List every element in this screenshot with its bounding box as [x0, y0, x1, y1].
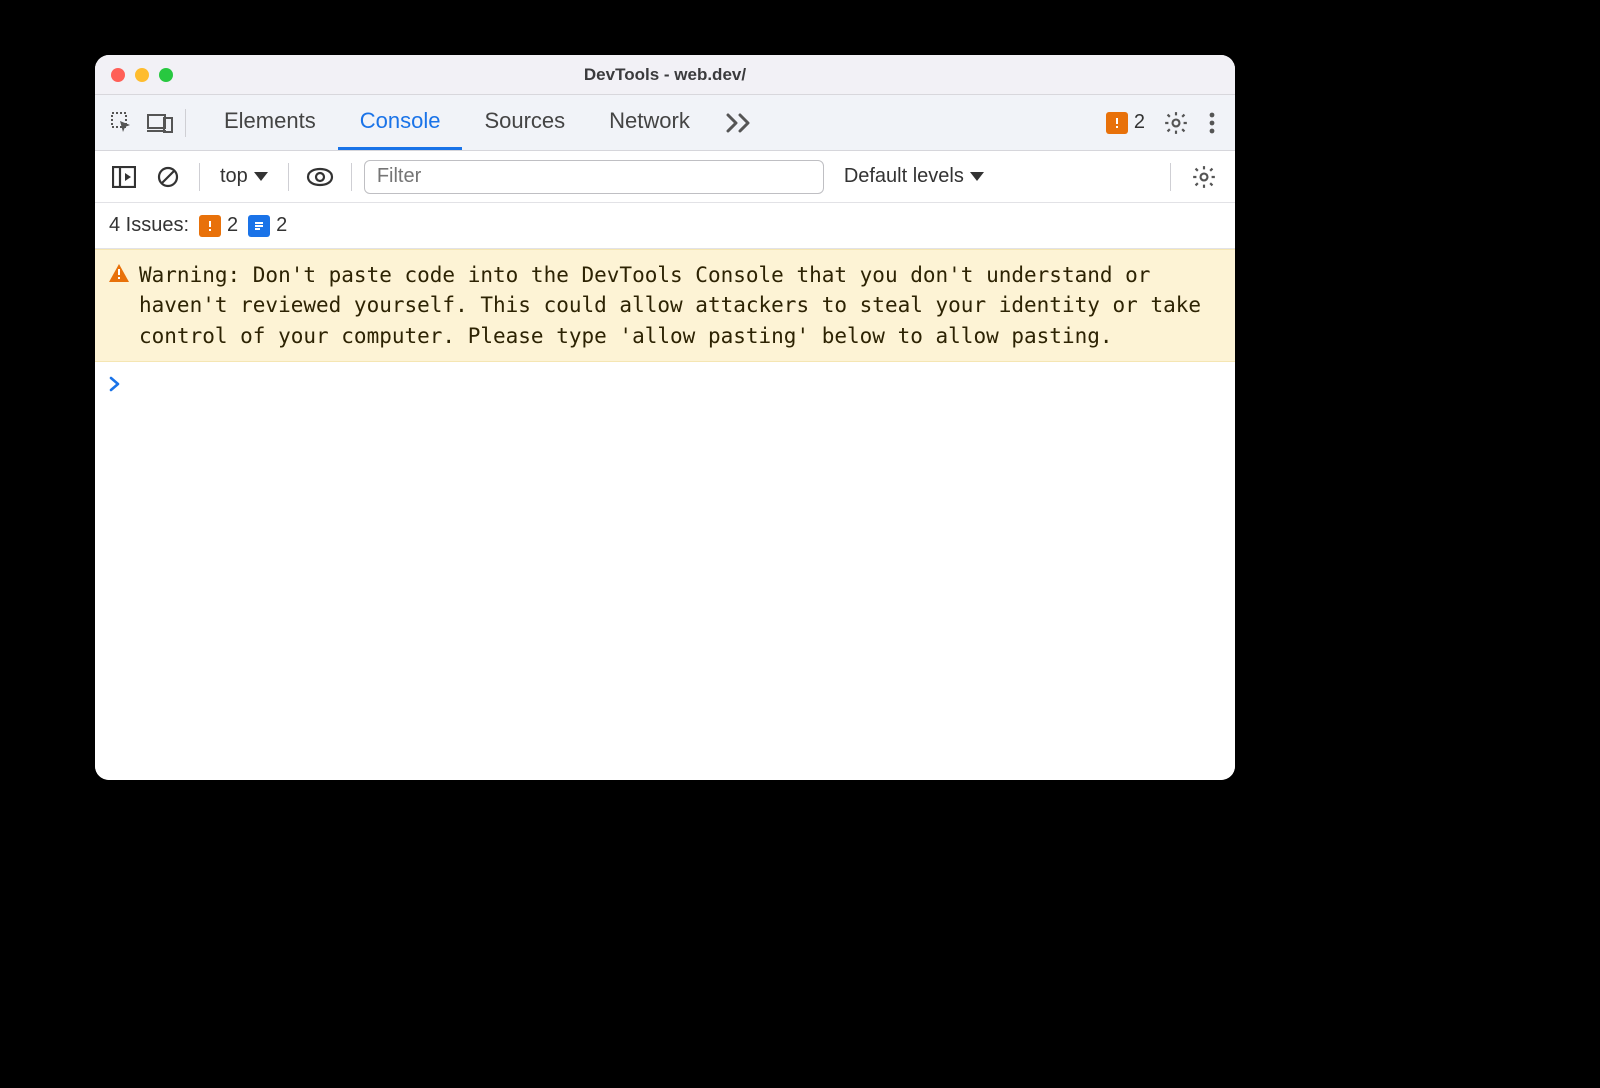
chevron-down-icon [254, 172, 268, 182]
error-badge-icon [1106, 112, 1128, 134]
chevron-down-icon [970, 172, 984, 182]
divider [351, 163, 352, 191]
minimize-window-button[interactable] [135, 68, 149, 82]
console-body: Warning: Don't paste code into the DevTo… [95, 249, 1235, 780]
main-tabbar: Elements Console Sources Network 2 [95, 95, 1235, 151]
console-settings-button[interactable] [1183, 164, 1225, 190]
issues-label: 4 Issues: [109, 214, 189, 237]
maximize-window-button[interactable] [159, 68, 173, 82]
device-toolbar-icon[interactable] [141, 104, 179, 142]
tab-elements[interactable]: Elements [202, 95, 338, 150]
close-window-button[interactable] [111, 68, 125, 82]
issues-blue-pair: 2 [248, 214, 287, 237]
kebab-menu-button[interactable] [1197, 112, 1227, 134]
issues-orange-pair: 2 [199, 214, 238, 237]
console-toolbar: top Default levels [95, 151, 1235, 203]
log-levels-label: Default levels [844, 165, 964, 188]
show-console-sidebar-icon[interactable] [105, 158, 143, 196]
issues-row[interactable]: 4 Issues: 2 2 [95, 203, 1235, 249]
issues-orange-count: 2 [227, 214, 238, 237]
inspect-element-icon[interactable] [103, 104, 141, 142]
tab-sources[interactable]: Sources [462, 95, 587, 150]
warning-badge-icon [199, 215, 221, 237]
window-titlebar: DevTools - web.dev/ [95, 55, 1235, 95]
log-levels-selector[interactable]: Default levels [844, 165, 984, 188]
more-tabs-button[interactable] [712, 113, 768, 133]
error-count: 2 [1134, 111, 1145, 134]
divider [199, 163, 200, 191]
divider [288, 163, 289, 191]
context-label: top [220, 165, 248, 188]
error-count-badge[interactable]: 2 [1106, 111, 1155, 134]
prompt-caret-icon [109, 376, 121, 392]
window-title: DevTools - web.dev/ [95, 65, 1235, 85]
paste-warning-message: Warning: Don't paste code into the DevTo… [95, 249, 1235, 362]
warning-triangle-icon [109, 264, 129, 282]
filter-input[interactable] [364, 160, 824, 194]
clear-console-icon[interactable] [149, 158, 187, 196]
devtools-window: DevTools - web.dev/ Elements Console Sou… [95, 55, 1235, 780]
divider [185, 109, 186, 137]
console-prompt[interactable] [95, 362, 1235, 406]
traffic-lights [111, 68, 173, 82]
issues-blue-count: 2 [276, 214, 287, 237]
context-selector[interactable]: top [212, 165, 276, 188]
divider [1170, 163, 1171, 191]
tab-network[interactable]: Network [587, 95, 712, 150]
settings-button[interactable] [1155, 110, 1197, 136]
tab-console[interactable]: Console [338, 95, 463, 150]
warning-text: Warning: Don't paste code into the DevTo… [139, 260, 1215, 351]
tabs: Elements Console Sources Network [202, 95, 768, 150]
live-expression-icon[interactable] [301, 158, 339, 196]
info-badge-icon [248, 215, 270, 237]
